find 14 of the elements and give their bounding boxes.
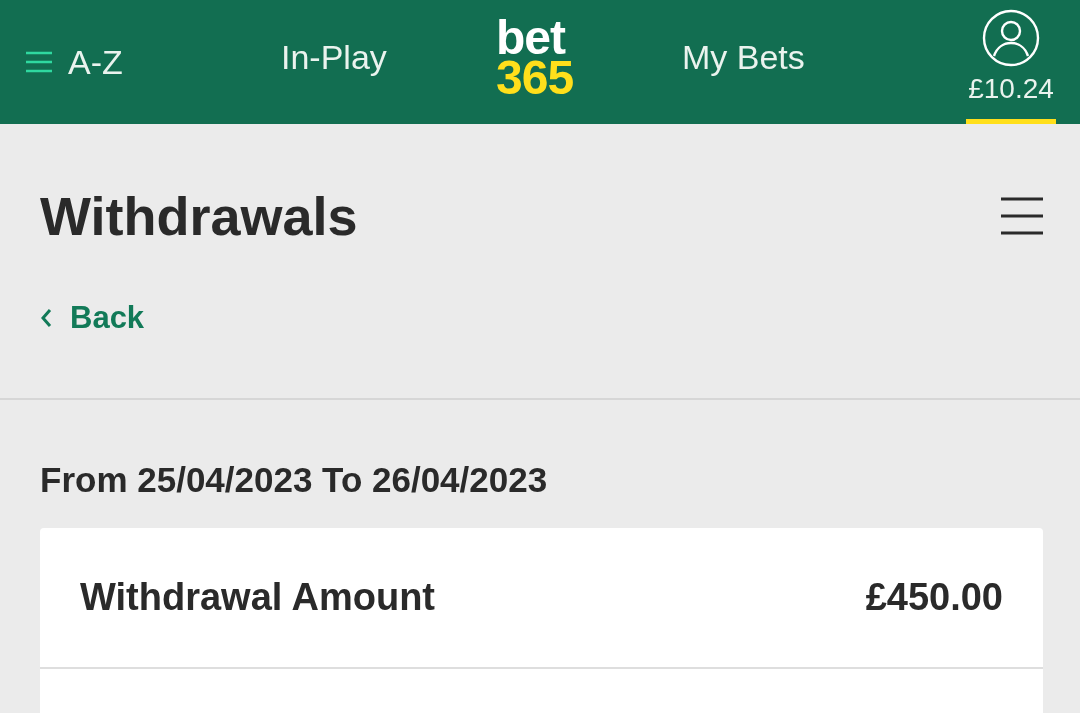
- menu-icon[interactable]: [1001, 197, 1043, 235]
- menu-icon: [26, 51, 52, 73]
- user-icon: [982, 9, 1040, 67]
- chevron-left-icon: [40, 308, 52, 328]
- account-button[interactable]: £10.24: [966, 9, 1056, 124]
- row-value: £450.00: [865, 576, 1003, 619]
- back-link[interactable]: Back: [40, 300, 145, 336]
- nav-tab[interactable]: In-Play: [281, 36, 387, 84]
- row-label: Withdrawal Amount: [80, 576, 435, 619]
- page-title: Withdrawals: [40, 185, 358, 248]
- nav-tab[interactable]: My Bets: [682, 36, 805, 84]
- date-range: From 25/04/2023 To 26/04/2023: [40, 459, 549, 501]
- logo[interactable]: bet 365: [496, 18, 574, 98]
- a-z-menu-button[interactable]: A-Z: [26, 32, 123, 92]
